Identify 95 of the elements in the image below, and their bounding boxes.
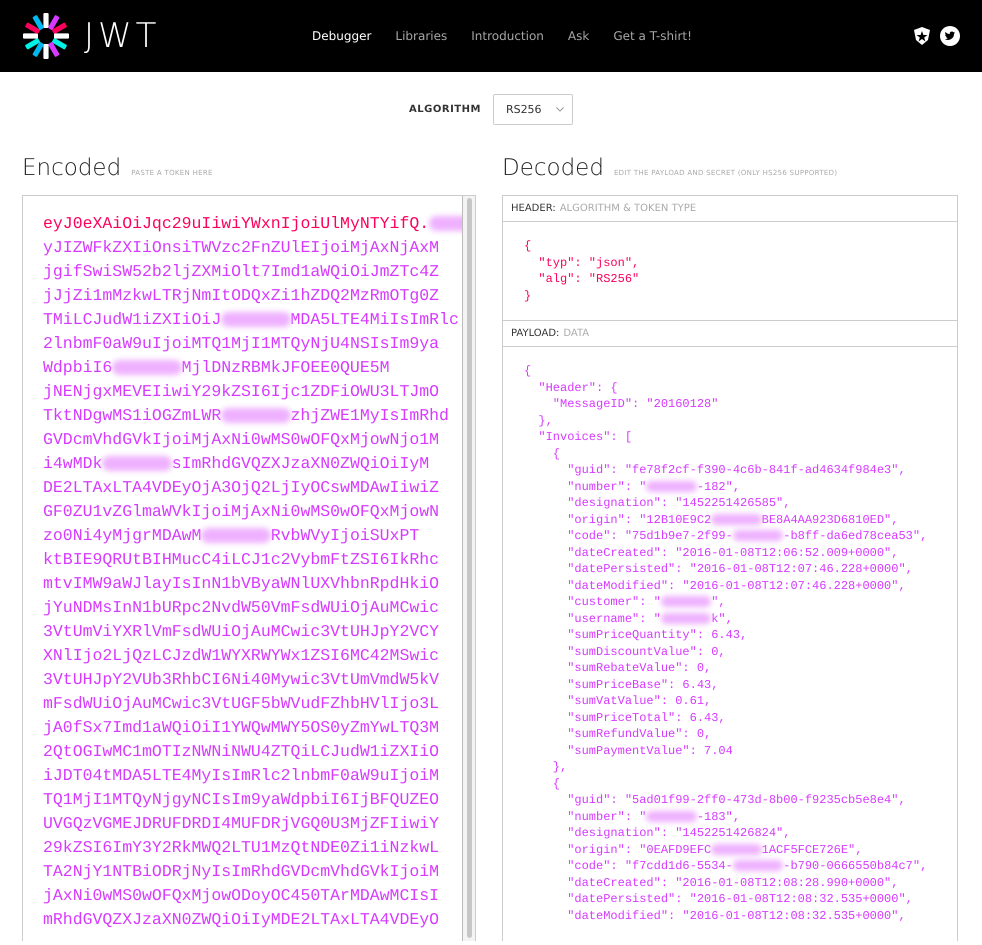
code-text: mtvIMW9aWJlayIsInN1bVByaWNlUXVhbnRpdHkiO [43, 574, 440, 593]
code-text: { [524, 364, 532, 378]
nav-link[interactable]: Get a T-shirt! [613, 29, 692, 43]
code-text: "sumPriceBase": 6.43, [566, 678, 718, 692]
code-text: zo0Ni4yMjgrMDAwM [43, 526, 202, 545]
code-text: "number": " [566, 480, 646, 494]
code-text: } [524, 288, 532, 302]
code-text: "datePersisted": "2016-01-08T12:07:46.228+0000", [566, 562, 913, 576]
panel-label: HEADER: [511, 203, 556, 214]
code-text: jYuNDMsInN1bURpc2NvdW50VmFsdWUiOjAuMCwic [43, 598, 440, 617]
code-text: "alg": "RS256" [537, 272, 640, 286]
code-text: "code": "f7cdd1d6-5534- [566, 859, 733, 873]
code-text: TMiLCJudW1iZXIiOiJ [43, 310, 222, 329]
code-text: jNENjgxMEVEIiwiY29kZSI6Ijc1ZDFiOWU3LTJmO [43, 382, 440, 401]
code-text: "sumPriceQuantity": 6.43, [566, 628, 748, 642]
code-text: "sumRefundValue": 0, [566, 727, 712, 741]
code-text: -182", [696, 480, 740, 494]
code-text: "dateCreated": "2016-01-08T12:06:52.009+0000", [566, 546, 898, 560]
code-text: "dateModified": "2016-01-08T12:08:32.535+0000", [566, 908, 906, 922]
code-text: "sumRebateValue": 0, [566, 661, 712, 675]
code-text: { [552, 776, 560, 790]
code-text: }, [537, 414, 553, 428]
code-text: zhjZWE1MyIsImRhd [290, 406, 449, 425]
code-text: TktNDgwMS1iOGZmLWR [43, 406, 222, 425]
code-text: DE2LTAxLTA4VDEyOjA3OjQ2LjIyOCswMDAwIiwiZ [43, 478, 440, 497]
code-text: UVGQzVGMEJDRUFDRDI4MUFDRjVGQ0U3MjZFIiwiY [43, 814, 440, 833]
code-text: -b8ff-da6ed78cea53", [783, 529, 928, 543]
code-text: 3VtUHJpY2VUb3RhbCI6Ni40Mywic3VtUmVmdW5kV [43, 670, 440, 689]
code-text: "origin": "0EAFD9EFC [566, 842, 712, 856]
code-text: "designation": "1452251426585", [566, 496, 790, 510]
code-text: jgifSwiSW52b2ljZXMiOlt7Imd1aWQiOiJmZTc4Z [43, 262, 440, 281]
code-text: "dateCreated": "2016-01-08T12:08:28.990+0000", [566, 876, 898, 890]
panel-label: PAYLOAD: [511, 328, 560, 339]
code-text: jA0fSx7Imd1aWQiOiI1YWQwMWY5OS0yZmYwLTQ3M [43, 718, 440, 737]
brand-name[interactable]: JWT [84, 16, 160, 56]
code-text: eyJ0eXAiOiJqc29uIiwiYWxnIjoiUlMyNTYifQ. [43, 214, 430, 233]
code-text: yJIZWFkZXIiOnsiTWVzc2FnZUlEIjoiMjAxNjAxM [43, 238, 440, 257]
code-text: 29kZSI6ImY3Y2RkMWQ2LTU1MzQtNDE0Zi1iNzkwL [43, 838, 440, 857]
code-text: "guid": "fe78f2cf-f390-4c6b-841f-ad4634f984e3", [566, 463, 906, 477]
code-text: { [524, 239, 532, 253]
code-text: mRhdGVQZXJzaXN0ZWQiOiIyMDE2LTAxLTA4VDEyO [43, 910, 440, 929]
code-text: -b790-0666550b84c7", [783, 859, 928, 873]
code-text: BE8A4AA923D6810ED", [762, 512, 898, 526]
nav-link[interactable]: Ask [568, 29, 590, 43]
code-text: { [552, 446, 560, 460]
nav-link[interactable]: Introduction [471, 29, 544, 43]
panel-sublabel: ALGORITHM & TOKEN TYPE [560, 203, 696, 214]
panel-sublabel: DATA [563, 328, 590, 339]
code-text: "number": " [566, 810, 646, 824]
algorithm-label: ALGORITHM [409, 104, 481, 115]
code-text: GF0ZU1vZGlmaWVkIjoiMjAxNi0wMS0wOFQxMjowN [43, 502, 440, 521]
code-text: 3VtUmViYXRlVmFsdWUiOjAuMCwic3VtUHJpY2VCY [43, 622, 440, 641]
section-title: Encoded [22, 155, 122, 181]
nav-link[interactable]: Debugger [312, 29, 372, 43]
code-text: TA2NjY1NTBiODRjNyIsImRhdGVDcmVhdGVkIjoiM [43, 862, 440, 881]
code-text: "MessageID": "20160128" [552, 397, 718, 411]
code-text: ktBIE9QRUtBIHMucC4iLCJ1c2VybmFtZSI6IkRhc [43, 550, 440, 569]
code-text: 2QtOGIwMC1mOTIzNWNiNWU4ZTQiLCJudW1iZXIiO [43, 742, 440, 761]
code-text: "sumPriceTotal": 6.43, [566, 710, 726, 724]
code-text: }, [552, 760, 568, 774]
code-text: "typ": "json", [537, 256, 640, 270]
code-text: GVDcmVhdGVkIjoiMjAxNi0wMS0wOFQxMjowNjo1M [43, 430, 440, 449]
code-text: "username": " [566, 612, 661, 626]
code-text: "datePersisted": "2016-01-08T12:08:32.535+0000", [566, 892, 913, 906]
code-text: "sumDiscountValue": 0, [566, 644, 726, 658]
code-text: 1ACF5FCE726E", [762, 842, 862, 856]
code-text: sImRhdGVQZXJzaXN0ZWQiOiIyM [172, 454, 430, 473]
code-text: "origin": "12B10E9C2 [566, 512, 712, 526]
code-text: XNlIjo2LjQzLCJzdW1WYXRWYWx1ZSI6MC42MSwic [43, 646, 440, 665]
code-text: MDA5LTE4MiIsImRlc [290, 310, 459, 329]
code-text: MjlDNzRBMkJFOEE0QUE5M [182, 358, 390, 377]
code-text: "Header": { [537, 380, 618, 394]
code-text: "Invoices": [ [537, 430, 632, 444]
nav-link[interactable]: Libraries [395, 29, 448, 43]
code-text: "sumVatValue": 0.61, [566, 694, 712, 708]
code-text: "guid": "5ad01f99-2ff0-473d-8b00-f9235cb5e8e4", [566, 793, 906, 807]
code-text: mFsdWUiOjAuMCwic3VtUGF5bWVudFZhbHVlIjo3L [43, 694, 440, 713]
algorithm-select[interactable]: RS256 [492, 94, 573, 125]
code-text: "designation": "1452251426824", [566, 826, 790, 840]
code-text: WdpbiI6 [43, 358, 112, 377]
code-text: jJjZi1mMzkwLTRjNmItODQxZi1hZDQ2MzRmOTg0Z [43, 286, 440, 305]
code-text: k", [711, 612, 733, 626]
code-text: -183", [696, 810, 740, 824]
code-text: TQ1MjI1MTQyNjgyNCIsIm9yaWdpbiI6IjBFQUZEO [43, 790, 440, 809]
code-text: iJDT04tMDA5LTE4MyIsImRlc2lnbmF0aW9uIjoiM [43, 766, 440, 785]
code-text: "sumPaymentValue": 7.04 [566, 744, 733, 758]
code-text: "dateModified": "2016-01-08T12:07:46.228+0000", [566, 578, 906, 592]
code-text: "customer": " [566, 595, 661, 609]
section-title: Decoded [502, 155, 604, 181]
code-text: "code": "75d1b9e7-2f99- [566, 529, 733, 543]
code-text: i4wMDk [43, 454, 102, 473]
code-text: jAxNi0wMS0wOFQxMjowODoyOC450TArMDAwMCIsI [43, 886, 440, 905]
code-text: 2lnbmF0aW9uIjoiMTQ1MjI1MTQyNjU4NSIsIm9ya [43, 334, 440, 353]
code-text: RvbWVyIjoiSUxPT [270, 526, 420, 545]
code-text: ", [711, 595, 726, 609]
